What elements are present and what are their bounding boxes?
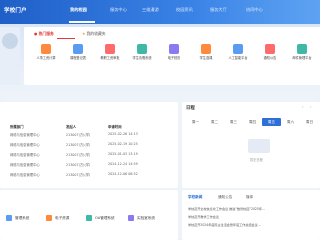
top-navigation-bar: 学校门户 我的校园 服务中心 三维漫游 校园资讯 服务大厅 协同中心 <box>0 0 320 24</box>
cell-time: 2024-12-24 14:59 <box>108 162 138 166</box>
table-row[interactable]: 网络与信息管理中心 213007(方)(学) 2025-02-26 14:13 <box>4 131 174 140</box>
quick-services-card: ● 热门服务 ★ 我的收藏夹 人事工资计算 课程登记表 教职工资审批 学生请假系… <box>24 27 320 85</box>
service-tile-label: 学生请假系统 <box>132 56 152 60</box>
empty-schedule-text: 暂无日程 <box>250 158 263 162</box>
cell-dept: 网络与信息管理中心 <box>10 163 40 167</box>
calculator-icon <box>41 44 51 54</box>
service-tile-label: 人事工资计算 <box>36 56 56 60</box>
schedule-title: 日程 <box>186 106 195 111</box>
cell-user: 213007(方)(学) <box>66 173 91 177</box>
cell-user: 213007(方)(学) <box>66 133 91 137</box>
service-tile[interactable]: 学生请假系统 <box>128 44 156 60</box>
system-link[interactable]: 实验室系统 <box>128 215 155 221</box>
nav-campus-news[interactable]: 校园资讯 <box>176 7 193 13</box>
system-link[interactable]: OA管理系统 <box>86 215 115 221</box>
nav-service-hall[interactable]: 服务大厅 <box>210 7 227 13</box>
cell-time: 2025-02-19 10:25 <box>108 142 138 146</box>
service-tile-label: 邮件管理平台 <box>292 56 312 60</box>
system-link[interactable]: 电子资源 <box>46 215 69 221</box>
calendar-icon <box>169 44 179 54</box>
news-item[interactable]: 学校召开全校信息化工作会议 推进“数智校园”2025年... <box>188 206 316 211</box>
tab-media[interactable]: 媒体 <box>246 195 253 200</box>
mail-icon <box>297 44 307 54</box>
column-header-dept: 所属部门 <box>10 125 24 129</box>
tab-school-news[interactable]: 学校新闻 <box>188 195 202 200</box>
column-header-time: 申请时间 <box>108 125 122 129</box>
nav-service-center[interactable]: 服务中心 <box>110 7 127 13</box>
day-monday[interactable]: 周一 <box>186 118 205 126</box>
book-icon <box>201 44 211 54</box>
robot-icon <box>233 44 243 54</box>
active-tab-indicator <box>57 38 75 39</box>
book-icon <box>46 215 52 221</box>
service-tile-label: 学生选课 <box>199 56 213 60</box>
system-link[interactable]: 管理系统 <box>6 215 29 221</box>
table-row[interactable]: 网络与信息管理中心 213007(方)(学) 2025-02-19 10:25 <box>4 141 174 150</box>
system-label: 管理系统 <box>15 216 30 220</box>
user-panel <box>0 27 20 85</box>
tab-favorites[interactable]: ★ 我的收藏夹 <box>82 31 106 37</box>
news-item[interactable]: 学校召开教学工作会议 <box>188 214 316 219</box>
service-tile[interactable]: 通知公告 <box>256 44 284 60</box>
day-sunday[interactable]: 周日 <box>300 118 319 126</box>
lab-icon <box>128 215 134 221</box>
document-icon <box>105 44 115 54</box>
cell-dept: 网络与信息管理中心 <box>10 173 40 177</box>
monitor-icon <box>73 44 83 54</box>
cell-time: 2024-12-06 08:52 <box>108 172 138 176</box>
table-row[interactable]: 网络与信息管理中心 213007(方)(学) 2024-12-06 08:52 <box>4 171 174 180</box>
service-tile[interactable]: 人事工资计算 <box>32 44 60 60</box>
service-tile-label: 教职工资审批 <box>100 56 120 60</box>
cell-time: 2025-02-26 14:13 <box>108 132 138 136</box>
tab-label: 我的收藏夹 <box>86 31 106 36</box>
day-friday[interactable]: 周五 <box>262 118 281 126</box>
nav-collaboration[interactable]: 协同中心 <box>246 7 263 13</box>
service-tile-label: 人工智能平台 <box>228 56 248 60</box>
day-thursday[interactable]: 周四 <box>243 118 262 126</box>
fire-icon: ● <box>34 31 38 36</box>
prev-week-icon[interactable]: ‹ <box>302 105 303 109</box>
bell-icon <box>265 44 275 54</box>
cell-user: 213007(方)(学) <box>66 153 91 157</box>
day-tuesday[interactable]: 周二 <box>205 118 224 126</box>
column-header-initiator: 发起人 <box>66 125 77 129</box>
cell-time: 2025-01-03 13:19 <box>108 152 138 156</box>
oa-icon <box>86 215 92 221</box>
service-tile[interactable]: 邮件管理平台 <box>288 44 316 60</box>
day-saturday[interactable]: 周六 <box>281 118 300 126</box>
table-row[interactable]: 网络与信息管理中心 213007(方)(学) 2024-12-24 14:59 <box>4 161 174 170</box>
empty-calendar-icon <box>248 139 270 153</box>
service-tile[interactable]: 电子校历 <box>160 44 188 60</box>
next-week-icon[interactable]: › <box>310 105 311 109</box>
system-label: OA管理系统 <box>95 216 115 220</box>
service-tile[interactable]: 课程登记表 <box>64 44 92 60</box>
nav-active-indicator <box>69 21 95 23</box>
service-tile[interactable]: 教职工资审批 <box>96 44 124 60</box>
service-tile-label: 课程登记表 <box>70 56 86 60</box>
news-item[interactable]: 学校召开2024年度民主生活会暨年度工作总结会议... <box>188 222 316 227</box>
cell-user: 213007(方)(学) <box>66 163 91 167</box>
nav-my-campus[interactable]: 我的校园 <box>70 7 87 13</box>
avatar[interactable] <box>2 33 18 49</box>
day-wednesday[interactable]: 周三 <box>224 118 243 126</box>
cell-dept: 网络与信息管理中心 <box>10 143 40 147</box>
tab-hot-services[interactable]: ● 热门服务 <box>34 31 54 37</box>
system-icon <box>6 215 12 221</box>
cell-dept: 网络与信息管理中心 <box>10 153 40 157</box>
service-tile[interactable]: 学生选课 <box>192 44 220 60</box>
cell-dept: 网络与信息管理中心 <box>10 133 40 137</box>
service-tile-label: 通知公告 <box>263 56 277 60</box>
system-label: 实验室系统 <box>137 216 155 220</box>
tab-notices[interactable]: 通知公告 <box>218 195 232 200</box>
system-label: 电子资源 <box>55 216 70 220</box>
cell-user: 213007(方)(学) <box>66 143 91 147</box>
nav-3d-tour[interactable]: 三维漫游 <box>142 7 159 13</box>
table-row[interactable]: 网络与信息管理中心 213007(方)(学) 2025-01-03 13:19 <box>4 151 174 160</box>
tab-label: 热门服务 <box>38 31 54 36</box>
service-tile[interactable]: 人工智能平台 <box>224 44 252 60</box>
star-icon: ★ <box>82 31 86 36</box>
portal-logo[interactable]: 学校门户 <box>4 6 27 14</box>
service-tile-label: 电子校历 <box>167 56 181 60</box>
user-icon <box>137 44 147 54</box>
